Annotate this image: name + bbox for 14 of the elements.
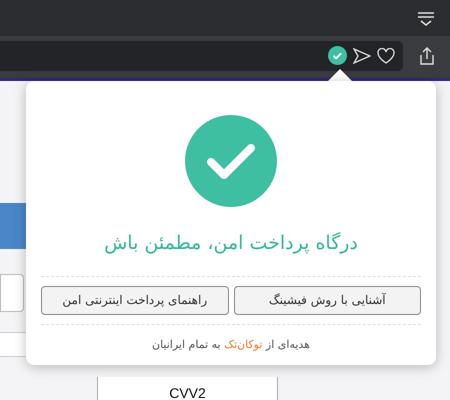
address-bar[interactable] xyxy=(0,40,403,70)
share-icon[interactable] xyxy=(418,46,436,66)
input-field[interactable] xyxy=(0,274,24,312)
field-label: CVV2 xyxy=(169,384,206,400)
send-icon[interactable] xyxy=(353,48,371,64)
page-banner xyxy=(0,203,26,249)
link-button[interactable]: آشنایی با روش فیشینگ xyxy=(234,286,421,314)
check-icon xyxy=(185,115,277,207)
menu-icon[interactable] xyxy=(416,10,436,26)
link-button[interactable]: راهنمای پرداخت اینترنتی امن xyxy=(41,286,228,314)
check-icon[interactable] xyxy=(328,46,347,65)
heart-icon[interactable] xyxy=(377,48,395,64)
footer-text: هدیه‌ای از توکان‌تک به تمام ایرانیان xyxy=(152,336,310,353)
popup-title: درگاه پرداخت امن، مطمئن باش xyxy=(104,231,358,256)
